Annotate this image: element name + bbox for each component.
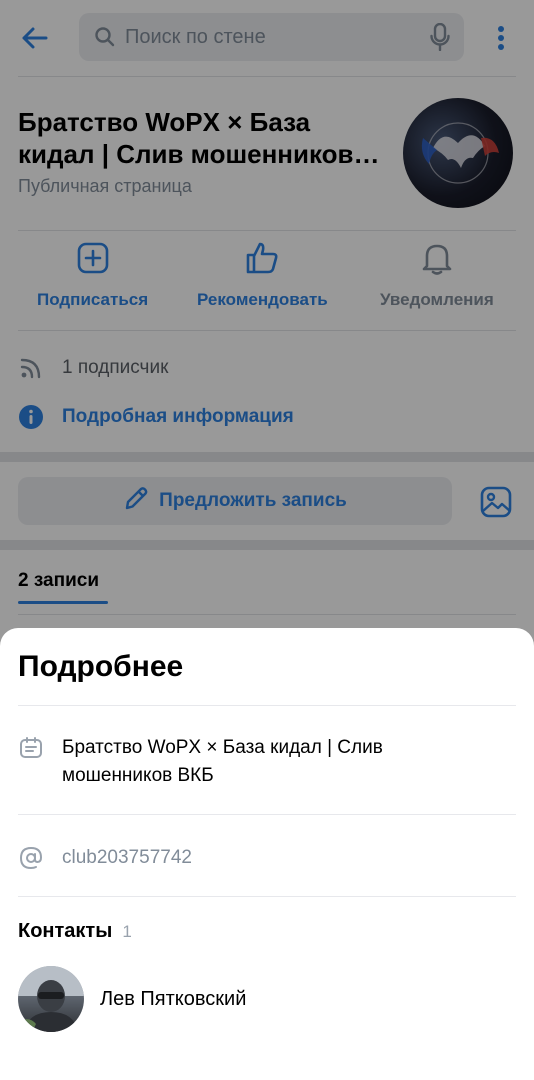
contact-avatar (18, 966, 84, 1032)
contacts-header: Контакты 1 (18, 920, 132, 943)
full-name-row: Братство WoPX × База кидал | Слив мошенн… (18, 734, 482, 790)
at-sign-icon (18, 845, 44, 871)
contact-name: Лев Пятковский (100, 987, 247, 1010)
sheet-divider (18, 705, 516, 706)
details-sheet: Подробнее Братство WoPX × База кидал | С… (0, 628, 534, 1080)
contacts-title: Контакты (18, 920, 113, 942)
full-name-text: Братство WoPX × База кидал | Слив мошенн… (62, 737, 383, 786)
sheet-divider (18, 814, 516, 815)
article-icon (18, 735, 44, 761)
sheet-title: Подробнее (18, 650, 184, 683)
contacts-count: 1 (122, 922, 132, 941)
sheet-divider (18, 896, 516, 897)
address-text: club203757742 (62, 847, 192, 868)
contact-item[interactable]: Лев Пятковский (18, 966, 246, 1032)
address-row[interactable]: club203757742 (18, 844, 482, 872)
